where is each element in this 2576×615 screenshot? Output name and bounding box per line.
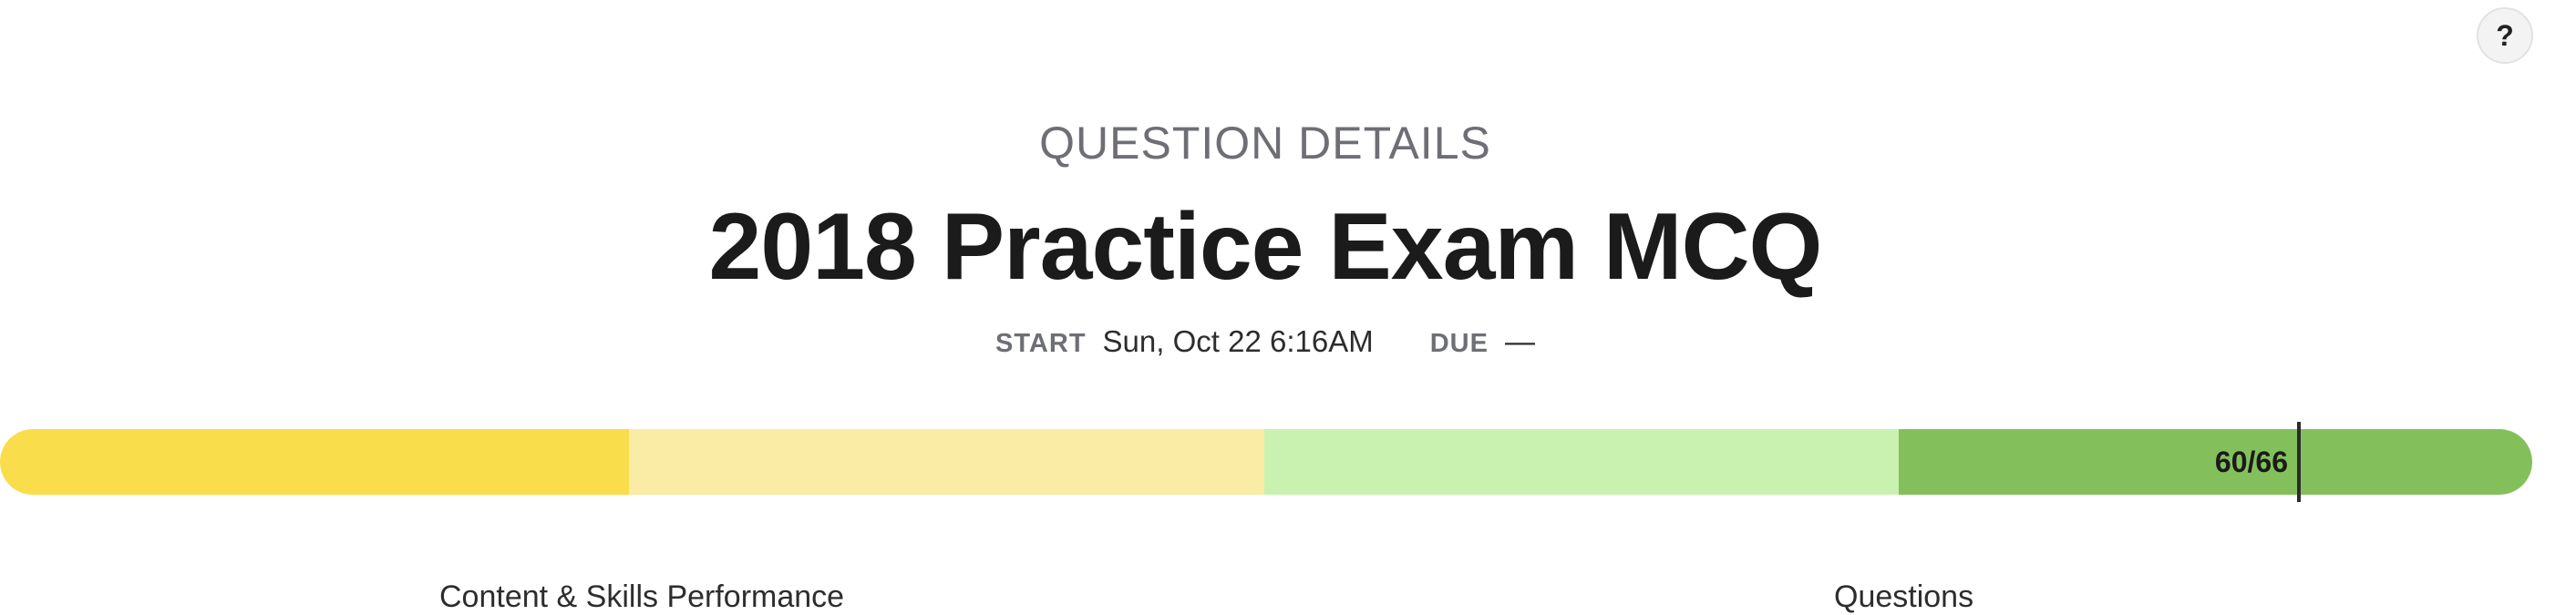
- score-progress-bar: [0, 429, 2532, 495]
- due-label: DUE: [1429, 329, 1489, 358]
- questions-heading[interactable]: Questions: [1834, 579, 1973, 615]
- due-value: —: [1504, 324, 1535, 358]
- progress-segment-3: [1264, 429, 1899, 495]
- start-label: START: [995, 329, 1087, 358]
- help-button[interactable]: ?: [2477, 7, 2533, 64]
- assignment-dates: START Sun, Oct 22 6:16AM DUE —: [0, 324, 2530, 359]
- score-marker: [2297, 422, 2301, 502]
- start-value: Sun, Oct 22 6:16AM: [1102, 324, 1374, 358]
- score-text: 60/66: [2214, 445, 2288, 478]
- page-title: 2018 Practice Exam MCQ: [708, 194, 1823, 300]
- progress-segment-1: [0, 429, 629, 495]
- progress-segment-2: [629, 429, 1264, 495]
- content-skills-heading[interactable]: Content & Skills Performance: [439, 579, 844, 615]
- section-label: QUESTION DETAILS: [1039, 118, 1491, 169]
